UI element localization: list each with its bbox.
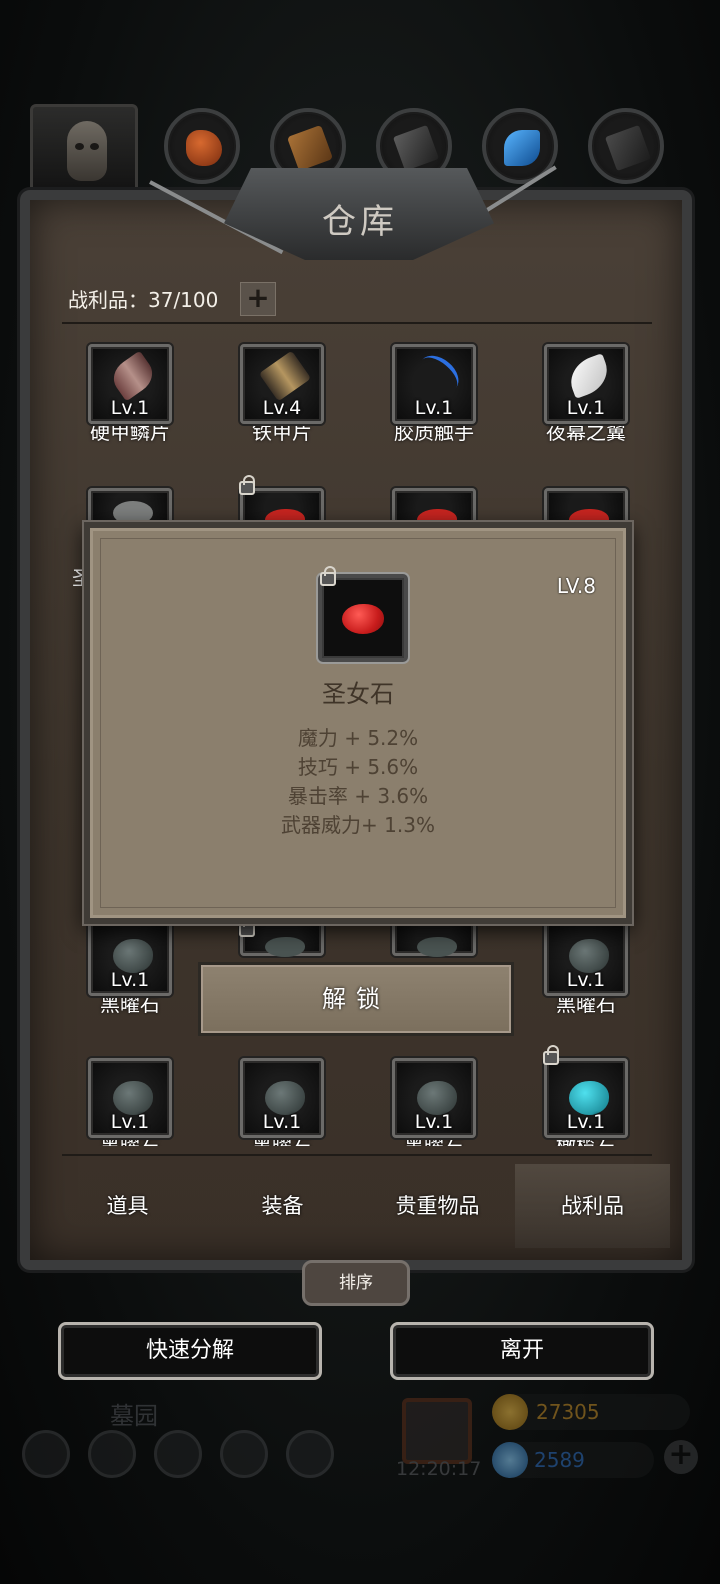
blue-crystal-icon bbox=[504, 130, 540, 166]
item-frame: Lv.1 bbox=[544, 344, 628, 424]
obsidian-icon bbox=[417, 1081, 457, 1115]
item-frame: Lv.1 bbox=[88, 1058, 172, 1138]
divider bbox=[62, 1154, 652, 1156]
tab-items[interactable]: 道具 bbox=[50, 1164, 205, 1248]
book-icon[interactable] bbox=[154, 1430, 202, 1478]
page-title: 仓库 bbox=[322, 202, 398, 242]
stat-line: 暴击率 + 3.6% bbox=[287, 784, 429, 808]
dark-ingot-icon bbox=[604, 124, 652, 172]
stat-line: 技巧 + 5.6% bbox=[297, 755, 419, 779]
lock-icon bbox=[320, 566, 336, 586]
item-frame: Lv.1 bbox=[543, 1045, 628, 1138]
white-wing-icon bbox=[564, 353, 614, 399]
tab-equipment[interactable]: 装备 bbox=[205, 1164, 360, 1248]
quick-decompose-button[interactable]: 快速分解 bbox=[58, 1322, 322, 1380]
item-level: Lv.1 bbox=[566, 1111, 606, 1133]
item-slot[interactable]: Lv.1 硬甲鳞片 bbox=[88, 344, 172, 445]
item-slot[interactable]: Lv.1 黑曜石 bbox=[88, 1058, 172, 1146]
stat-line: 武器威力+ 1.3% bbox=[281, 813, 435, 837]
item-slot[interactable]: Lv.1 黑曜石 bbox=[392, 1058, 476, 1146]
item-level: Lv.1 bbox=[110, 397, 150, 419]
fish-icon bbox=[186, 130, 222, 166]
category-tabs: 道具 装备 贵重物品 战利品 bbox=[50, 1164, 670, 1248]
mail-icon[interactable] bbox=[220, 1430, 268, 1478]
item-slot[interactable]: Lv.1 橄榄石 bbox=[543, 1045, 628, 1146]
gift-icon[interactable] bbox=[402, 1398, 472, 1464]
tab-valuables[interactable]: 贵重物品 bbox=[360, 1164, 515, 1248]
item-frame: Lv.1 bbox=[240, 1058, 324, 1138]
sort-button[interactable]: 排序 bbox=[302, 1260, 410, 1306]
item-slot[interactable]: Lv.1 黑曜石 bbox=[88, 916, 172, 1017]
popup-item-name: 圣女石 bbox=[322, 680, 394, 708]
obsidian-icon bbox=[113, 1081, 153, 1115]
item-slot[interactable]: Lv.1 黑曜石 bbox=[544, 916, 628, 1017]
item-level: Lv.1 bbox=[110, 1111, 150, 1133]
expand-capacity-button[interactable]: + bbox=[240, 282, 276, 316]
clock: 12:20:17 bbox=[396, 1458, 482, 1480]
tentacle-icon bbox=[412, 348, 466, 400]
character-portrait[interactable] bbox=[30, 104, 138, 200]
item-level: Lv.1 bbox=[414, 397, 454, 419]
capacity-label: 战利品：37/100 bbox=[68, 288, 219, 312]
iron-plate-icon bbox=[258, 350, 312, 402]
lock-icon bbox=[543, 1045, 559, 1065]
tab-loot[interactable]: 战利品 bbox=[515, 1164, 670, 1248]
star-icon[interactable] bbox=[88, 1430, 136, 1478]
item-slot[interactable]: Lv.1 胶质触手 bbox=[392, 344, 476, 445]
obsidian-icon bbox=[265, 937, 305, 957]
settings-icon[interactable] bbox=[22, 1430, 70, 1478]
gold-amount: 27305 bbox=[536, 1400, 600, 1424]
add-currency-button[interactable]: + bbox=[664, 1440, 698, 1474]
unlock-button[interactable]: 解锁 bbox=[198, 962, 514, 1036]
item-level: Lv.1 bbox=[110, 969, 150, 991]
item-frame: Lv.1 bbox=[544, 916, 628, 996]
leave-button[interactable]: 离开 bbox=[390, 1322, 654, 1380]
red-stone-icon bbox=[342, 604, 384, 634]
obsidian-icon bbox=[265, 1081, 305, 1115]
item-slot[interactable]: Lv.4 铁甲片 bbox=[240, 344, 324, 445]
item-frame: Lv.4 bbox=[240, 344, 324, 424]
gamepad-icon[interactable] bbox=[286, 1430, 334, 1478]
gem-amount: 2589 bbox=[534, 1448, 585, 1472]
item-level: Lv.1 bbox=[262, 1111, 302, 1133]
skull-icon bbox=[67, 121, 107, 181]
item-detail-popup: LV.8 圣女石 魔力 + 5.2% 技巧 + 5.6% 暴击率 + 3.6% … bbox=[84, 522, 632, 924]
lock-icon bbox=[239, 475, 255, 495]
iron-ingot-icon bbox=[392, 124, 440, 172]
stat-line: 魔力 + 5.2% bbox=[297, 726, 419, 750]
item-slot[interactable]: Lv.1 黑曜石 bbox=[240, 1058, 324, 1146]
item-level: Lv.4 bbox=[262, 397, 302, 419]
feather-scale-icon bbox=[106, 350, 160, 402]
gem-icon bbox=[492, 1442, 528, 1478]
lock-icon bbox=[239, 917, 255, 937]
item-frame: Lv.1 bbox=[88, 916, 172, 996]
divider bbox=[62, 322, 652, 324]
item-frame: Lv.1 bbox=[88, 344, 172, 424]
popup-item-stats: 魔力 + 5.2% 技巧 + 5.6% 暴击率 + 3.6% 武器威力+ 1.3… bbox=[90, 724, 626, 840]
item-level: Lv.1 bbox=[414, 1111, 454, 1133]
tab-dark[interactable] bbox=[588, 108, 664, 184]
gold-coin-icon bbox=[492, 1394, 528, 1430]
popup-item-frame bbox=[318, 566, 408, 662]
obsidian-icon bbox=[113, 939, 153, 973]
item-frame: Lv.1 bbox=[392, 1058, 476, 1138]
item-level: Lv.1 bbox=[566, 397, 606, 419]
olivine-icon bbox=[569, 1081, 609, 1115]
item-slot[interactable]: Lv.1 夜幕之翼 bbox=[544, 344, 628, 445]
wood-plank-icon bbox=[286, 124, 334, 172]
tab-red-fish[interactable] bbox=[164, 108, 240, 184]
obsidian-icon bbox=[417, 937, 457, 957]
item-level: Lv.1 bbox=[566, 969, 606, 991]
item-frame: Lv.1 bbox=[392, 344, 476, 424]
obsidian-icon bbox=[569, 939, 609, 973]
area-name: 墓园 bbox=[110, 1402, 158, 1430]
popup-item-level: LV.8 bbox=[556, 574, 596, 598]
